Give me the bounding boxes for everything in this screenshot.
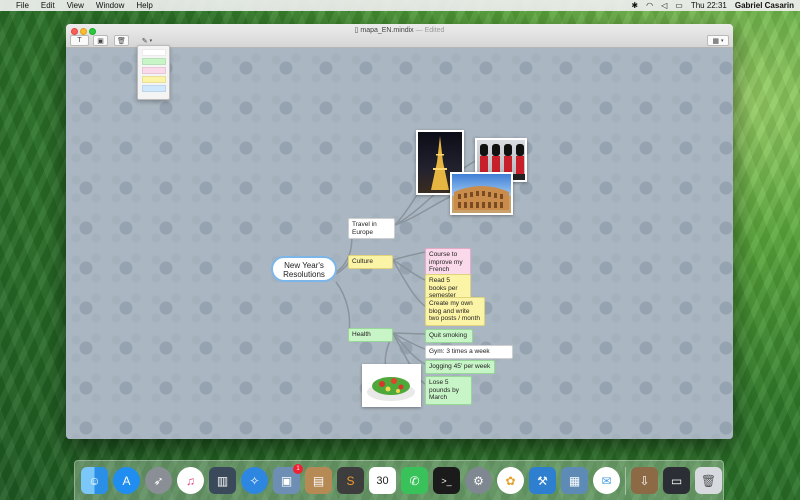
color-palette-popover — [137, 45, 170, 100]
salad-photo[interactable] — [362, 364, 421, 407]
menu-file[interactable]: File — [16, 1, 29, 10]
colosseum-photo[interactable] — [450, 172, 513, 215]
line-french — [392, 251, 426, 261]
mission-control-icon[interactable]: ▥ — [209, 467, 236, 494]
line-rome — [394, 196, 451, 226]
battery-icon[interactable]: ▭ — [675, 1, 683, 10]
menu-edit[interactable]: Edit — [41, 1, 55, 10]
messages-icon[interactable]: ✉ — [593, 467, 620, 494]
culture-french[interactable]: Course to improve my French — [425, 248, 471, 277]
picture-tool-button[interactable]: ▣ — [93, 35, 108, 46]
text-tool-button[interactable]: T — [70, 35, 89, 46]
status-area: ✱ ◠ ◁ ▭ Thu 22:31 Gabriel Casarin — [631, 1, 794, 10]
document-icon: ▯ — [354, 27, 359, 34]
central-node[interactable]: New Year's Resolutions — [271, 256, 337, 282]
notification-badge: 1 — [293, 464, 303, 474]
chevron-down-icon: ▾ — [721, 37, 724, 44]
trash-icon[interactable]: 🗑 — [695, 467, 722, 494]
menu-clock[interactable]: Thu 22:31 — [691, 1, 727, 10]
swatch-yellow[interactable] — [142, 76, 166, 83]
calendar-icon[interactable]: 30 — [369, 467, 396, 494]
facetime-icon[interactable]: ✆ — [401, 467, 428, 494]
brush-icon: ✎ — [141, 37, 148, 45]
swatch-white[interactable] — [142, 49, 166, 56]
salad-image — [364, 366, 419, 405]
line-books — [392, 259, 426, 281]
screen-icon[interactable]: ▭ — [663, 467, 690, 494]
colosseum-image — [452, 174, 511, 213]
view-mode-button[interactable]: ▦ ▾ — [707, 35, 729, 46]
mind-map-canvas[interactable]: New Year's Resolutions Travel in Europe … — [66, 48, 733, 439]
chevron-down-icon: ▾ — [149, 37, 153, 44]
swatch-pink[interactable] — [142, 67, 166, 74]
dock-separator — [625, 466, 626, 495]
bluetooth-icon[interactable]: ✱ — [631, 1, 638, 10]
menu-bar: File Edit View Window Help ✱ ◠ ◁ ▭ Thu 2… — [0, 0, 800, 11]
file-name: mapa_EN.mindix — [360, 27, 414, 34]
menu-view[interactable]: View — [67, 1, 84, 10]
notes-icon[interactable]: ▤ — [305, 467, 332, 494]
checker-icon: ▦ — [712, 37, 720, 45]
swatch-green[interactable] — [142, 58, 166, 65]
menu-window[interactable]: Window — [96, 1, 124, 10]
window-title: ▯ mapa_EN.mindix — Edited — [354, 27, 445, 34]
sublime-icon[interactable]: S — [337, 467, 364, 494]
calendar-day: 30 — [376, 474, 389, 487]
salad-icon — [367, 377, 415, 401]
delete-button[interactable]: 🗑 — [114, 35, 129, 46]
itunes-icon[interactable]: ♫ — [177, 467, 204, 494]
volume-icon[interactable]: ◁ — [661, 1, 667, 10]
line-jogging — [392, 332, 426, 365]
health-jogging[interactable]: Jogging 45' per week — [425, 360, 495, 374]
trash-icon: 🗑 — [117, 37, 126, 45]
finder-icon[interactable]: ☺ — [81, 467, 108, 494]
health-smoking[interactable]: Quit smoking — [425, 329, 473, 343]
health-gym[interactable]: Gym: 3 times a week — [425, 345, 513, 359]
text-icon: T — [77, 37, 82, 44]
branch-travel[interactable]: Travel in Europe — [348, 218, 395, 239]
launchpad-icon[interactable]: ➶ — [145, 467, 172, 494]
image-capture-icon[interactable]: ▦ — [561, 467, 588, 494]
line-blog — [392, 259, 426, 307]
downloads-icon[interactable]: ⇩ — [631, 467, 658, 494]
preview-icon[interactable]: ▣ 1 — [273, 464, 303, 494]
health-weight[interactable]: Lose 5 pounds by March — [425, 376, 472, 405]
system-preferences-icon[interactable]: ⚙ — [465, 467, 492, 494]
dock: ☺ A ➶ ♫ ▥ ✧ ▣ 1 ▤ S 30 ✆ >_ ⚙ ✿ ⚒ ▦ ✉ ⇩ ▭… — [74, 460, 724, 500]
branch-culture[interactable]: Culture — [348, 255, 393, 269]
branch-health[interactable]: Health — [348, 328, 393, 342]
culture-blog[interactable]: Create my own blog and write two posts /… — [425, 297, 485, 326]
swatch-blue[interactable] — [142, 85, 166, 92]
picture-icon: ▣ — [97, 37, 104, 45]
safari-icon[interactable]: ✧ — [241, 467, 268, 494]
line-smoking — [392, 332, 426, 335]
edited-status: Edited — [424, 27, 445, 34]
xcode-icon[interactable]: ⚒ — [529, 467, 556, 494]
wifi-icon[interactable]: ◠ — [646, 1, 653, 10]
terminal-icon[interactable]: >_ — [433, 467, 460, 494]
menu-help[interactable]: Help — [136, 1, 152, 10]
app-store-icon[interactable]: A — [113, 467, 140, 494]
colosseum-icon — [454, 186, 509, 210]
photos-icon[interactable]: ✿ — [497, 467, 524, 494]
line-health — [335, 281, 351, 333]
menu-user[interactable]: Gabriel Casarin — [735, 1, 794, 10]
